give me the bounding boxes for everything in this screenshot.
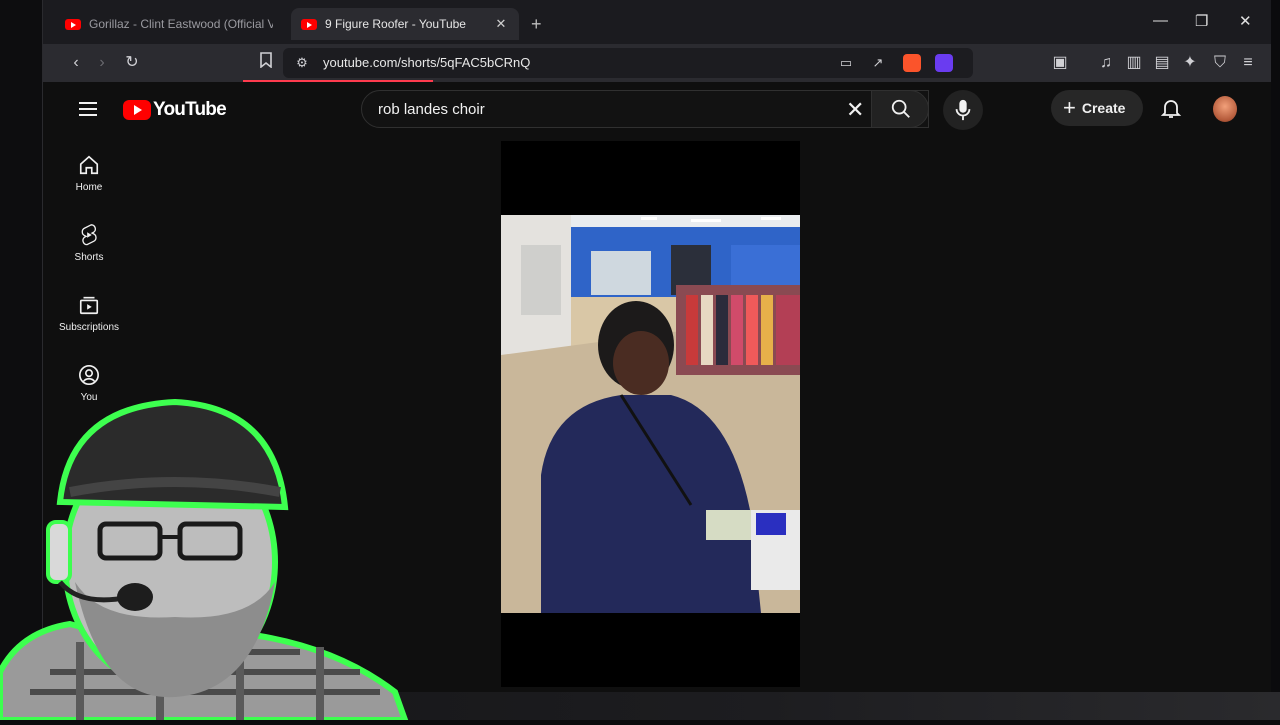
sidebar-item-label: Home [75,182,103,193]
tab-bar: Gorillaz - Clint Eastwood (Official Vid … [43,0,1271,44]
share-icon[interactable]: ↗ [867,52,889,74]
sidebar-item-home[interactable]: Home [51,154,127,193]
clear-search-icon[interactable]: ✕ [846,97,864,123]
youtube-favicon-icon [65,18,81,30]
youtube-favicon-icon [301,18,317,30]
wallet-icon[interactable]: ▤ [1151,52,1173,74]
tab-close-icon[interactable]: ✕ [493,16,509,32]
create-label: Create [1081,100,1126,116]
tab-9-figure-roofer[interactable]: 9 Figure Roofer - YouTube ✕ [291,8,519,40]
restore-icon[interactable]: ❐ [1195,12,1208,30]
sidebar-item-shorts[interactable]: Shorts [51,224,127,263]
reload-icon[interactable]: ↻ [121,52,143,74]
sidebar-item-label: Subscriptions [58,322,120,333]
subscriptions-icon [79,296,99,315]
create-button[interactable]: + Create [1051,90,1143,126]
tab-title: 9 Figure Roofer - YouTube [325,17,466,31]
browser-toolbar: ‹ › ↻ ⚙ youtube.com/shorts/5qFAC5bCRnQ ▭… [43,44,1271,82]
youtube-logo[interactable]: YouTube [123,99,227,121]
plus-icon: + [1063,95,1076,120]
webcam-overlay [0,392,410,723]
install-app-icon[interactable]: ▭ [835,52,857,74]
shorts-icon [81,224,97,246]
sidebar-item-subscriptions[interactable]: Subscriptions [51,294,127,333]
youtube-play-icon [123,100,151,120]
leo-ai-icon[interactable]: ✦ [1179,52,1201,74]
search-input[interactable]: rob landes choir ✕ [361,90,929,128]
search-button[interactable] [871,90,929,128]
shorts-video-player[interactable] [501,141,800,687]
window-close-icon[interactable]: ✕ [1239,12,1252,30]
account-avatar[interactable] [1213,96,1237,122]
bookmark-icon[interactable] [255,52,277,74]
microphone-icon [955,99,971,121]
sidebar-toggle-icon[interactable]: ▥ [1123,52,1145,74]
menu-icon[interactable]: ≡ [1237,52,1259,74]
guide-menu-icon[interactable] [79,102,97,116]
url-text: youtube.com/shorts/5qFAC5bCRnQ [323,55,531,70]
reader-mode-icon[interactable]: ▣ [1049,52,1071,74]
video-frame [501,215,800,613]
brave-rewards-icon[interactable] [935,54,953,72]
media-icon[interactable]: ♫ [1095,52,1117,74]
voice-search-button[interactable] [943,90,983,130]
brave-shields-icon[interactable] [903,54,921,72]
tab-title: Gorillaz - Clint Eastwood (Official Vid [89,17,273,31]
site-settings-icon[interactable]: ⚙ [291,52,313,74]
sidebar-item-label: Shorts [74,252,104,263]
youtube-logo-text: YouTube [153,99,227,120]
address-bar[interactable]: ⚙ youtube.com/shorts/5qFAC5bCRnQ ▭ ↗ [283,48,973,78]
home-icon [79,155,99,175]
search-query: rob landes choir [378,101,485,118]
notifications-bell-icon[interactable] [1159,96,1183,120]
minimize-icon[interactable]: — [1153,12,1168,29]
tab-gorillaz[interactable]: Gorillaz - Clint Eastwood (Official Vid [55,8,283,40]
forward-icon[interactable]: › [91,52,113,74]
vpn-icon[interactable]: ⛉ [1209,52,1231,74]
back-icon[interactable]: ‹ [65,52,87,74]
search-icon [891,99,910,118]
new-tab-icon[interactable]: + [531,14,542,35]
you-icon [79,365,99,385]
